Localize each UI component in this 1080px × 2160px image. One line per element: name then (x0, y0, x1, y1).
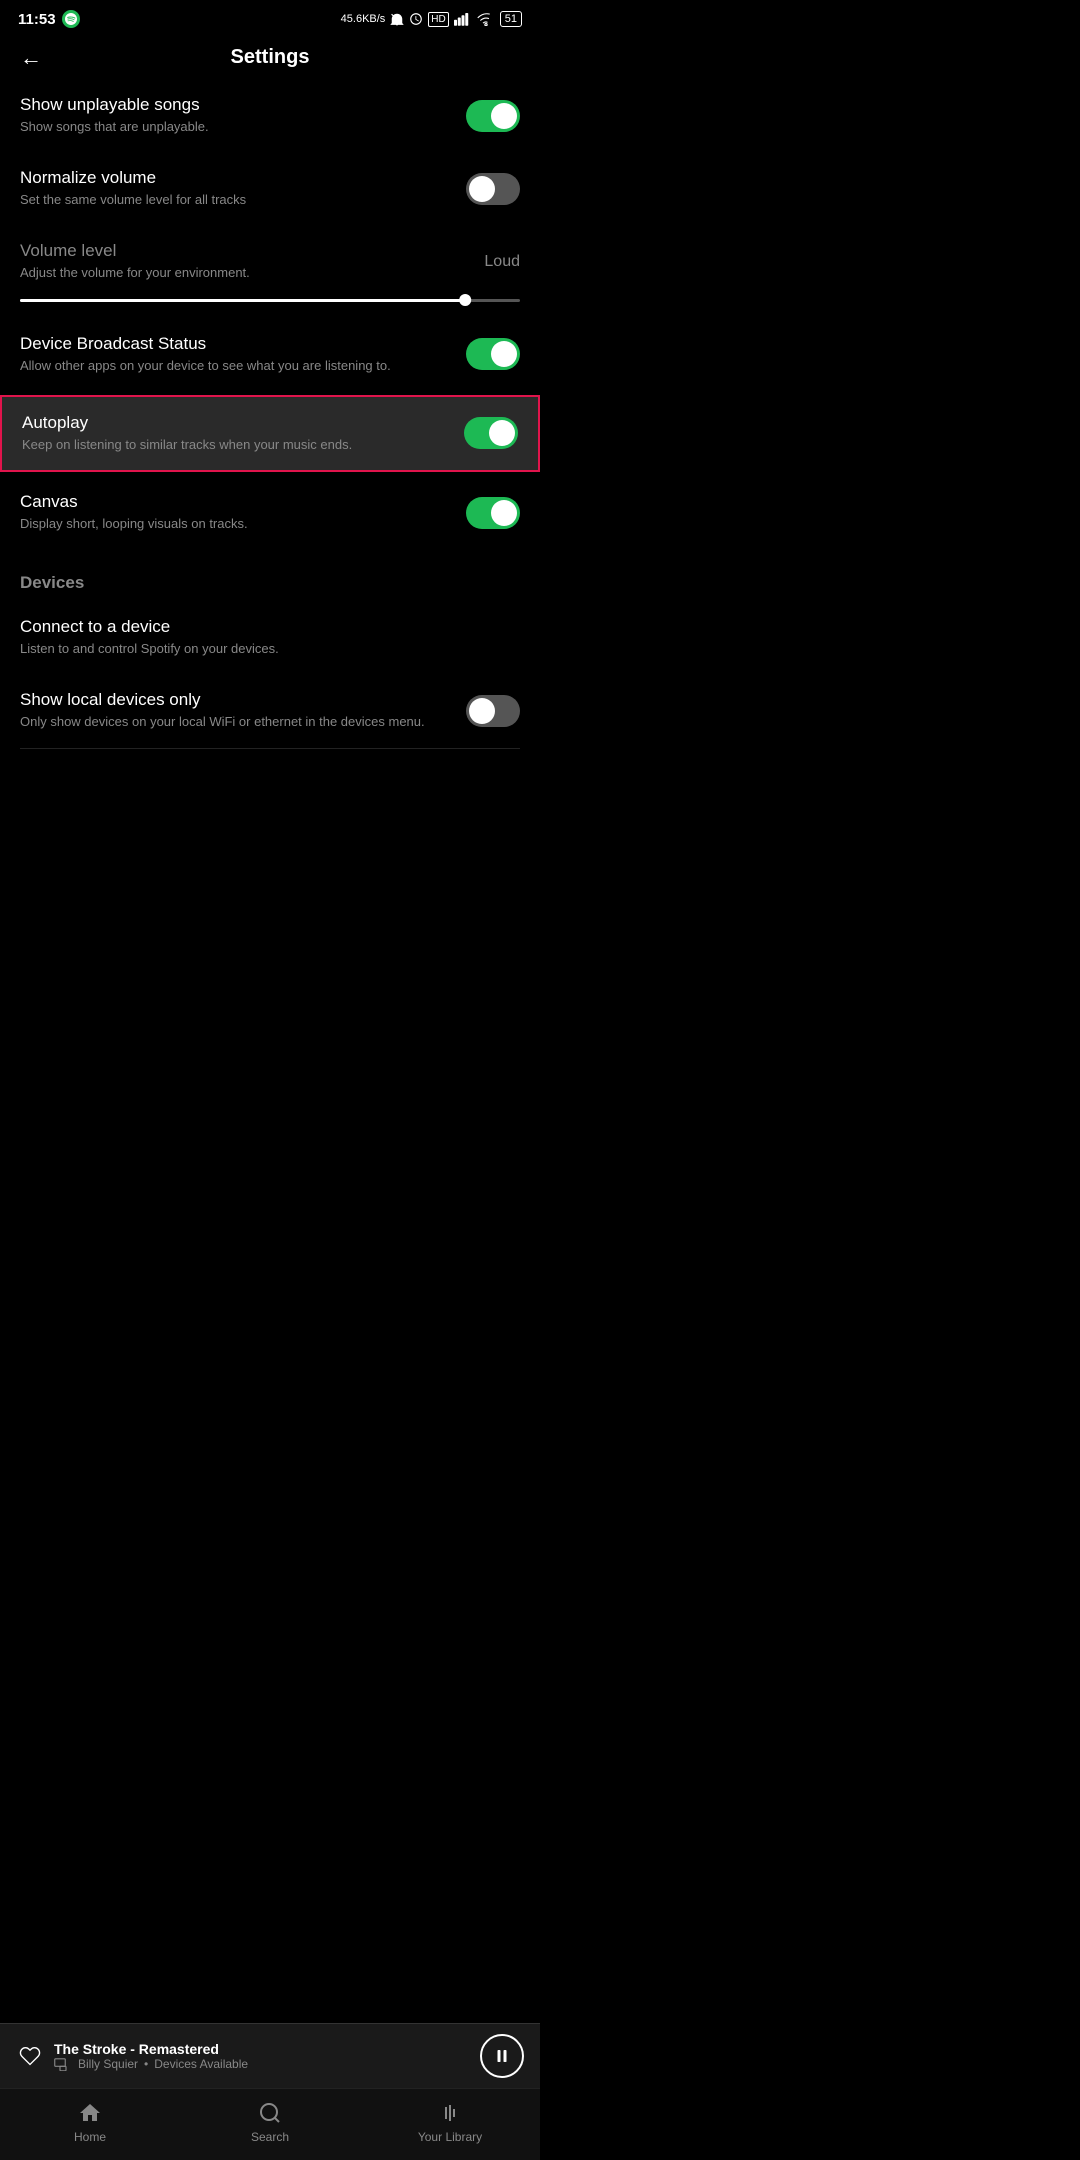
bottom-nav: Home Search Your Library (0, 2088, 540, 2160)
setting-local-devices: Show local devices only Only show device… (0, 674, 540, 747)
setting-normalize: Normalize volume Set the same volume lev… (0, 152, 540, 225)
page-title: Settings (231, 46, 310, 69)
library-icon (437, 2100, 463, 2126)
setting-title: Connect to a device (20, 617, 504, 637)
setting-title: Device Broadcast Status (20, 334, 450, 354)
settings-content: Show unplayable songs Show songs that ar… (0, 79, 540, 899)
setting-autoplay: Autoplay Keep on listening to similar tr… (0, 395, 540, 472)
setting-desc: Adjust the volume for your environment. (20, 264, 468, 282)
heart-icon[interactable] (16, 2042, 44, 2070)
back-button[interactable]: ← (20, 45, 42, 71)
setting-title: Canvas (20, 492, 450, 512)
setting-desc: Listen to and control Spotify on your de… (20, 640, 504, 658)
setting-show-unplayable: Show unplayable songs Show songs that ar… (0, 79, 540, 152)
toggle-canvas[interactable] (466, 497, 520, 529)
setting-device-broadcast: Device Broadcast Status Allow other apps… (0, 318, 540, 391)
setting-title: Autoplay (22, 413, 448, 433)
setting-desc: Display short, looping visuals on tracks… (20, 515, 450, 533)
spotify-icon (62, 10, 80, 28)
device-icon (54, 2057, 72, 2071)
setting-title: Volume level (20, 241, 468, 261)
now-playing-bar[interactable]: The Stroke - Remastered Billy Squier • D… (0, 2023, 540, 2088)
section-divider (20, 748, 520, 749)
now-playing-sub: Billy Squier • Devices Available (54, 2057, 248, 2071)
setting-connect-device[interactable]: Connect to a device Listen to and contro… (0, 601, 540, 674)
mute-icon (390, 12, 404, 26)
toggle-show-unplayable[interactable] (466, 100, 520, 132)
search-icon (257, 2100, 283, 2126)
speed-indicator: 45.6KB/s (341, 13, 386, 25)
settings-header: ← Settings (0, 34, 540, 79)
setting-title: Show unplayable songs (20, 95, 450, 115)
setting-desc: Keep on listening to similar tracks when… (22, 436, 448, 454)
alarm-icon (409, 12, 423, 26)
volume-slider[interactable] (20, 299, 520, 302)
setting-volume-level: Volume level Adjust the volume for your … (0, 225, 540, 298)
setting-desc: Allow other apps on your device to see w… (20, 357, 450, 375)
battery: 51 (500, 11, 522, 27)
nav-home[interactable]: Home (0, 2100, 180, 2144)
nav-library[interactable]: Your Library (360, 2100, 540, 2144)
home-icon (77, 2100, 103, 2126)
setting-title: Normalize volume (20, 168, 450, 188)
status-icons: 45.6KB/s HD 51 (341, 11, 522, 27)
setting-desc: Set the same volume level for all tracks (20, 191, 450, 209)
signal-icon (454, 12, 472, 26)
setting-title: Show local devices only (20, 690, 450, 710)
wifi-icon (477, 12, 495, 26)
nav-search-label: Search (251, 2130, 289, 2144)
devices-section-header: Devices (0, 549, 540, 601)
toggle-autoplay[interactable] (464, 417, 518, 449)
nav-library-label: Your Library (418, 2130, 482, 2144)
status-bar: 11:53 45.6KB/s HD (0, 0, 540, 34)
setting-desc: Only show devices on your local WiFi or … (20, 713, 450, 731)
toggle-local-devices[interactable] (466, 695, 520, 727)
setting-desc: Show songs that are unplayable. (20, 118, 450, 136)
pause-button[interactable] (480, 2034, 524, 2078)
nav-home-label: Home (74, 2130, 106, 2144)
nav-search[interactable]: Search (180, 2100, 360, 2144)
volume-value: Loud (484, 253, 520, 271)
setting-canvas: Canvas Display short, looping visuals on… (0, 476, 540, 549)
status-time: 11:53 (18, 11, 56, 28)
hd-badge: HD (428, 12, 448, 27)
toggle-broadcast[interactable] (466, 338, 520, 370)
toggle-normalize[interactable] (466, 173, 520, 205)
now-playing-title: The Stroke - Remastered (54, 2041, 248, 2057)
